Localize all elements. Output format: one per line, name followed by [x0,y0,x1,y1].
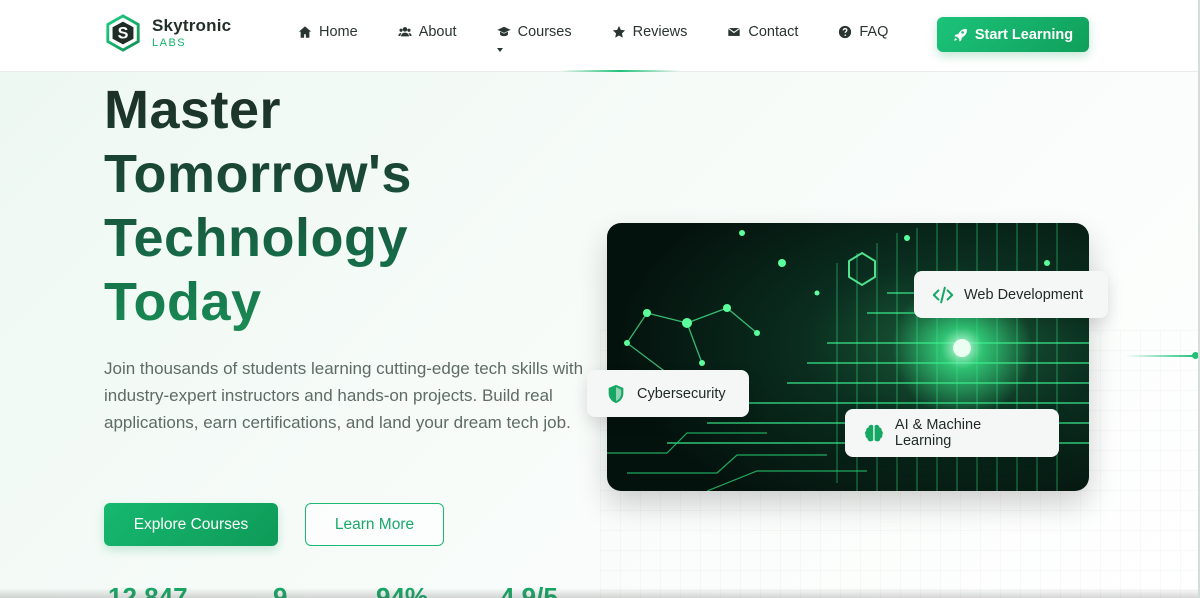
nav-label: FAQ [859,24,889,40]
decorative-line [1125,355,1195,357]
hero-title-line: Master [104,80,282,140]
hero-description: Join thousands of students learning cutt… [104,359,584,432]
rocket-icon [954,28,967,42]
nav-item-reviews[interactable]: Reviews [612,24,688,40]
start-learning-button[interactable]: Start Learning [937,17,1089,52]
hero-title-line: Tomorrow's [104,144,412,204]
ai-machine-learning-card[interactable]: AI & Machine Learning [845,409,1059,457]
question-circle-icon [839,25,852,39]
chevron-down-icon[interactable] [496,48,503,52]
cta-label: Start Learning [974,26,1074,43]
brand-subtitle: LABS [152,37,187,49]
code-icon [932,286,954,303]
card-label: AI & Machine Learning [894,417,982,449]
users-icon [398,27,412,37]
nav-item-home[interactable]: Home [298,24,358,40]
learn-more-button[interactable]: Learn More [305,503,444,546]
shield-icon [608,384,624,403]
card-label: Cybersecurity [637,385,726,402]
graduation-cap-icon [497,26,511,37]
site-header: S Skytronic LABS Home About Courses Revi… [0,0,1200,72]
envelope-icon [728,27,741,36]
nav-item-courses[interactable]: Courses [496,24,572,52]
web-development-card[interactable]: Web Development [914,271,1108,318]
nav-label: Contact [748,24,799,40]
svg-text:S: S [118,25,129,43]
card-label: Web Development [964,286,1084,303]
nav-label: Home [319,24,358,40]
header-accent-line [560,70,680,72]
bottom-shadow [0,588,1200,598]
hero-title: Master Tomorrow's Technology Today [104,78,564,334]
brain-icon [865,424,883,442]
brand-name: Skytronic [152,16,232,35]
main-nav: Home About Courses Reviews Contact FAQ [298,24,928,52]
hero-title-line: Technology [104,208,409,268]
star-icon [612,25,625,38]
nav-label: Courses [517,24,572,40]
nav-item-about[interactable]: About [398,24,457,40]
logo-hexagon-icon: S [106,14,140,52]
hero-title-line: Today [104,272,262,332]
nav-item-faq[interactable]: FAQ [838,24,888,40]
brand-logo[interactable]: S Skytronic LABS [104,14,231,52]
nav-label: Reviews [632,24,688,40]
nav-item-contact[interactable]: Contact [727,24,798,40]
explore-courses-button[interactable]: Explore Courses [104,503,278,546]
nav-label: About [418,24,457,40]
home-icon [298,26,312,38]
cybersecurity-card[interactable]: Cybersecurity [587,370,749,417]
